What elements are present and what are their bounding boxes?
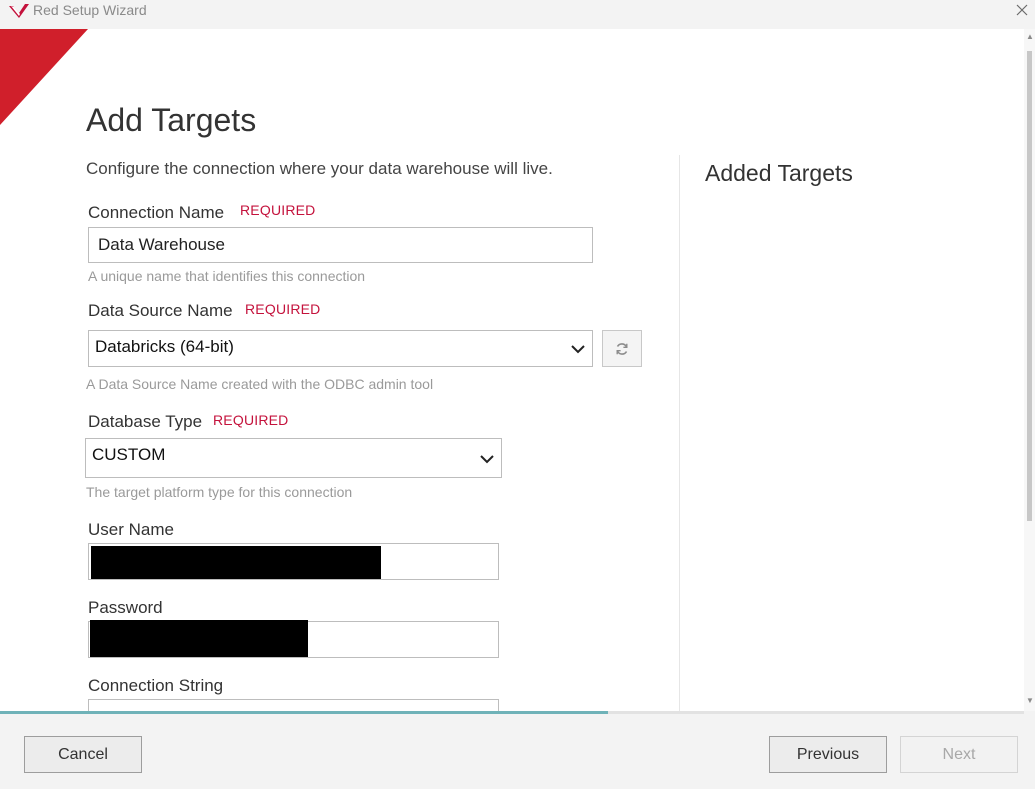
connection-string-input[interactable] xyxy=(88,699,499,711)
close-icon[interactable] xyxy=(1008,0,1035,22)
password-label: Password xyxy=(88,598,163,617)
refresh-icon xyxy=(616,343,628,355)
connection-name-required-badge: REQUIRED xyxy=(240,202,316,218)
data-source-name-select[interactable]: Databricks (64-bit) xyxy=(88,330,593,367)
setup-wizard-window: Red Setup Wizard ▲ ▼ Add Targets Configu… xyxy=(0,0,1035,789)
data-source-name-hint: A Data Source Name created with the ODBC… xyxy=(86,376,434,392)
scroll-down-icon[interactable]: ▼ xyxy=(1026,697,1034,705)
cancel-button[interactable]: Cancel xyxy=(24,736,142,773)
window-title: Red Setup Wizard xyxy=(33,2,147,18)
database-type-value: CUSTOM xyxy=(92,445,166,464)
password-input[interactable] xyxy=(88,620,499,658)
user-name-label: User Name xyxy=(88,520,174,539)
panel-divider xyxy=(679,155,680,711)
chevron-down-icon xyxy=(480,455,494,464)
database-type-select[interactable]: CUSTOM xyxy=(85,438,502,478)
red-logo-icon xyxy=(9,4,29,18)
data-source-name-value: Databricks (64-bit) xyxy=(95,337,234,356)
added-targets-title: Added Targets xyxy=(705,160,853,186)
connection-name-input[interactable]: Data Warehouse xyxy=(88,227,593,263)
data-source-name-required-badge: REQUIRED xyxy=(245,301,321,317)
previous-button[interactable]: Previous xyxy=(769,736,887,773)
database-type-label: Database Type xyxy=(88,412,203,431)
scroll-up-icon[interactable]: ▲ xyxy=(1026,33,1034,41)
title-bar: Red Setup Wizard xyxy=(0,0,1035,29)
database-type-required-badge: REQUIRED xyxy=(213,412,289,428)
connection-name-hint: A unique name that identifies this conne… xyxy=(88,268,366,284)
wizard-progress-bar xyxy=(0,711,608,714)
page-title: Add Targets xyxy=(86,102,257,138)
database-type-hint: The target platform type for this connec… xyxy=(86,484,353,500)
refresh-dsn-button[interactable] xyxy=(602,330,642,367)
corner-decoration xyxy=(0,29,88,125)
redacted-block xyxy=(91,546,381,579)
scrollbar-thumb[interactable] xyxy=(1027,51,1032,521)
connection-string-label: Connection String xyxy=(88,676,224,695)
next-button[interactable]: Next xyxy=(900,736,1018,773)
chevron-down-icon xyxy=(571,345,585,354)
user-name-input[interactable] xyxy=(88,543,499,580)
data-source-name-label: Data Source Name xyxy=(88,301,233,320)
vertical-scrollbar[interactable]: ▲ ▼ xyxy=(1024,29,1035,711)
page-intro: Configure the connection where your data… xyxy=(86,159,553,178)
connection-name-label: Connection Name xyxy=(88,203,225,222)
redacted-block xyxy=(90,620,308,657)
